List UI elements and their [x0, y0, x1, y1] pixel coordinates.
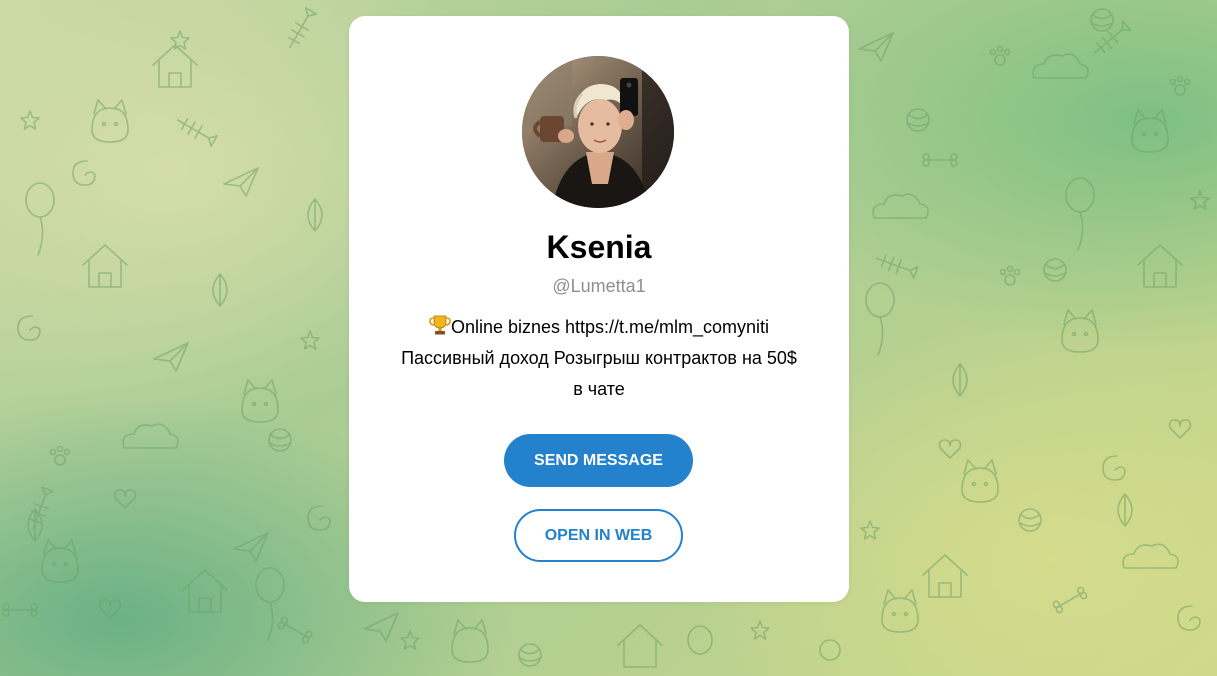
bio-line-2: Пассивный доход Розыгрыш контрактов на 5… — [401, 348, 797, 368]
send-message-button[interactable]: SEND MESSAGE — [504, 434, 693, 487]
profile-username: @Lumetta1 — [552, 276, 646, 296]
bio-line-1-text: Online biznes https://t.me/mlm_comyniti — [450, 317, 770, 337]
bio-line-3: в чате — [573, 379, 625, 399]
profile-bio: Online biznes https://t.me/mlm_comyniti … — [369, 312, 829, 405]
profile-card: Ksenia @Lumetta1 Online biznes https://t… — [349, 16, 849, 602]
avatar — [522, 56, 674, 208]
open-in-web-button[interactable]: OPEN IN WEB — [514, 509, 683, 562]
trophy-icon — [429, 315, 451, 335]
bio-line-1: Online biznes https://t.me/mlm_comyniti — [369, 312, 829, 343]
profile-name: Ksenia — [546, 229, 652, 265]
avatar-photo — [522, 56, 674, 208]
